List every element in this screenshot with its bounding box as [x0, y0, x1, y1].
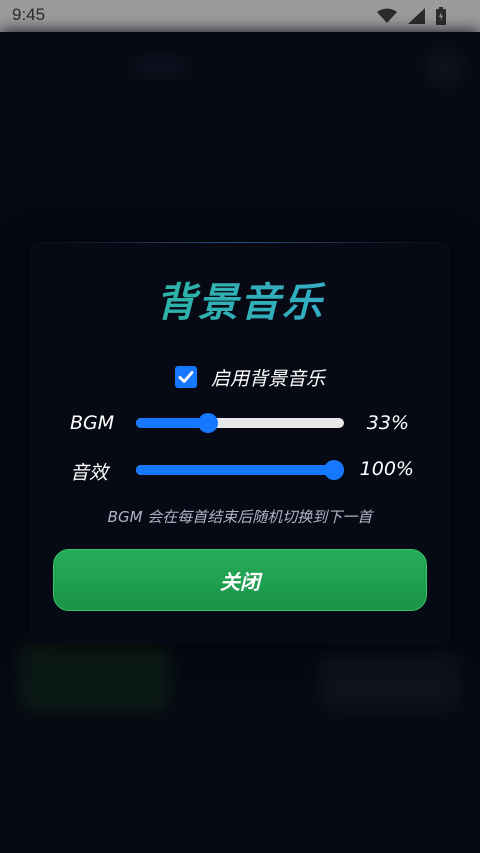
bgm-slider-label: BGM — [70, 412, 115, 434]
status-time: 9:45 — [12, 5, 46, 24]
dialog-title: 背景音乐 — [0, 270, 480, 328]
sfx-slider-fill — [136, 465, 334, 475]
checkmark-icon — [178, 371, 194, 383]
status-icons — [371, 7, 446, 25]
sfx-slider-label: 音效 — [70, 462, 109, 484]
dialog-top-border — [30, 242, 450, 243]
status-bar: 9:45 — [0, 0, 480, 32]
enable-bgm-checkbox[interactable] — [175, 366, 197, 388]
bgm-volume-value: 33% — [366, 412, 409, 434]
battery-icon — [436, 7, 446, 29]
sfx-slider-thumb[interactable] — [324, 460, 344, 480]
cell-signal-icon — [407, 8, 425, 28]
close-button[interactable]: 关闭 — [53, 549, 427, 611]
bgm-hint-text: BGM 会在每首结束后随机切换到下一首 — [107, 508, 373, 526]
bgm-volume-slider[interactable] — [136, 413, 344, 433]
bgm-slider-thumb[interactable] — [198, 413, 219, 433]
sfx-volume-value: 100% — [359, 458, 414, 480]
enable-bgm-label: 启用背景音乐 — [211, 368, 326, 390]
sfx-volume-slider[interactable] — [136, 460, 344, 480]
wifi-icon — [376, 8, 397, 28]
